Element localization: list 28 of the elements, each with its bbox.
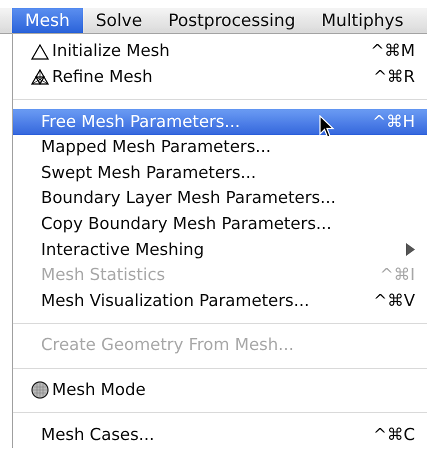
shortcut-label: ^⌘I (380, 264, 415, 286)
mesh-sphere-icon (31, 381, 49, 400)
menu-title[interactable]: Postprocessing (155, 8, 308, 33)
shortcut-label: ^⌘C (373, 424, 415, 446)
menu-title[interactable]: Solve (82, 8, 156, 33)
mouse-pointer-icon (319, 115, 335, 140)
subdivided-triangle-icon (31, 68, 49, 86)
menu-item[interactable]: Free Mesh Parameters... ^⌘H (13, 109, 427, 135)
menu-item[interactable]: Mesh Mode (13, 378, 427, 404)
menu-item: Create Geometry From Mesh... (40, 334, 295, 356)
menu-item[interactable]: Refine Mesh ^⌘R (13, 64, 427, 90)
menu-item[interactable]: Copy Boundary Mesh Parameters... (13, 212, 427, 238)
shortcut-label: ^⌘M (370, 40, 415, 62)
menu-title[interactable]: Multiphys (308, 8, 416, 33)
submenu-arrow-icon (405, 243, 415, 256)
shortcut-label: ^⌘H (372, 110, 415, 133)
menu-item[interactable]: Mesh Visualization Parameters... ^⌘V (13, 288, 427, 314)
menu-item[interactable]: Initialize Mesh ^⌘M (13, 39, 427, 65)
menu-item: Mesh Statistics ^⌘I (13, 262, 427, 288)
menu-title[interactable]: Mesh (12, 8, 83, 33)
shortcut-label: ^⌘R (373, 66, 415, 88)
menu-item[interactable]: Boundary Layer Mesh Parameters... (13, 186, 427, 212)
menu-item[interactable]: Interactive Meshing (13, 237, 427, 263)
triangle-icon (31, 42, 49, 61)
menu-item[interactable]: Swept Mesh Parameters... (13, 160, 427, 186)
menu-item[interactable]: Mesh Cases... ^⌘C (13, 422, 427, 448)
menu-item[interactable]: Mapped Mesh Parameters... (13, 134, 427, 160)
shortcut-label: ^⌘V (373, 290, 415, 312)
